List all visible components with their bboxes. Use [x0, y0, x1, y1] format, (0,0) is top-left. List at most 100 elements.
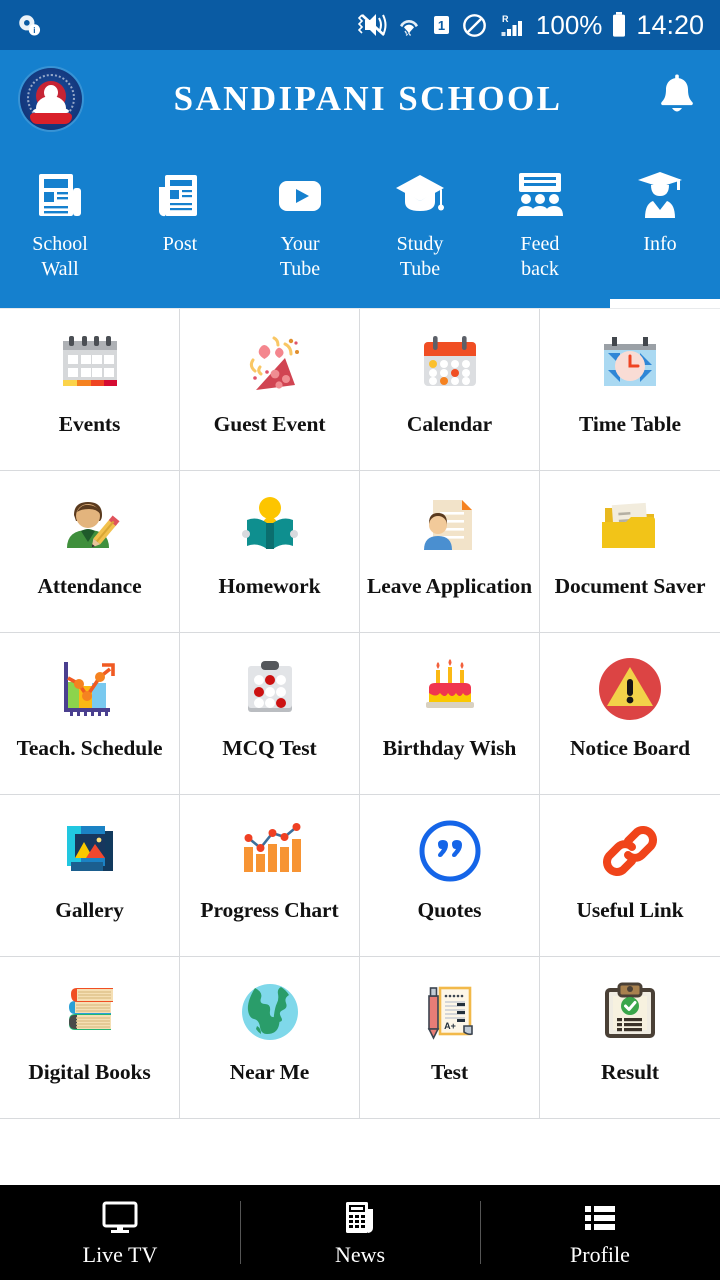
sim-1-icon: 1: [430, 12, 452, 38]
grid-item-mcq-test[interactable]: MCQ Test: [180, 633, 360, 795]
person-document-icon: [413, 485, 487, 569]
grid-item-label: Useful Link: [576, 898, 684, 922]
grid-item-quotes[interactable]: Quotes: [360, 795, 540, 957]
notification-bell-button[interactable]: [654, 74, 700, 125]
tab-info[interactable]: Info: [600, 148, 720, 308]
grid-item-guest-event[interactable]: Guest Event: [180, 309, 360, 471]
open-book-reader-icon: [233, 485, 307, 569]
party-popper-icon: [233, 323, 307, 407]
grid-item-label: Birthday Wish: [382, 736, 517, 760]
grid-item-calendar[interactable]: Calendar: [360, 309, 540, 471]
photo-gallery-icon: [53, 809, 127, 893]
bottom-navigation-bar: Live TV News Profile: [0, 1185, 720, 1280]
sandipani-school-logo: [20, 68, 82, 130]
battery-icon: [611, 11, 627, 39]
grid-item-homework[interactable]: Homework: [180, 471, 360, 633]
grid-item-label: Near Me: [229, 1060, 310, 1084]
tab-label: Study Tube: [396, 233, 444, 280]
folder-documents-icon: [593, 485, 667, 569]
app-bar: SANDIPANI SCHOOL: [0, 50, 720, 148]
svg-text:A+: A+: [444, 1021, 456, 1031]
calendar-dates-icon: [413, 323, 487, 407]
grid-item-label: Teach. Schedule: [16, 736, 163, 760]
grid-item-label: Notice Board: [569, 736, 690, 760]
grid-item-birthday-wish[interactable]: Birthday Wish: [360, 633, 540, 795]
grid-item-label: Homework: [218, 574, 321, 598]
birthday-cake-icon: [413, 647, 487, 731]
answer-sheet-icon: [233, 647, 307, 731]
roaming-label: R: [502, 14, 509, 24]
tab-label: Post: [162, 233, 198, 255]
bottom-nav-label: News: [334, 1241, 386, 1267]
grid-item-teach-schedule[interactable]: Teach. Schedule: [0, 633, 180, 795]
grid-item-document-saver[interactable]: Document Saver: [540, 471, 720, 633]
app-screen: i 1 R 100% 14:20 SANDIPANI SCHOOL School…: [0, 0, 720, 1280]
tab-label: Info: [643, 233, 677, 255]
monitor-icon: [100, 1198, 140, 1238]
do-not-disturb-icon: [461, 12, 488, 39]
grid-item-label: Leave Application: [367, 574, 532, 598]
tab-your-tube[interactable]: Your Tube: [240, 148, 360, 308]
bottom-nav-profile[interactable]: Profile: [480, 1185, 720, 1280]
bottom-nav-live-tv[interactable]: Live TV: [0, 1185, 240, 1280]
tab-label: Feed back: [520, 233, 560, 280]
grid-item-label: Calendar: [406, 412, 493, 436]
grid-item-label: MCQ Test: [222, 736, 317, 760]
signal-roaming-icon: R: [497, 12, 527, 39]
battery-percent-label: 100%: [535, 9, 603, 40]
grid-item-label: Events: [58, 412, 121, 436]
feedback-people-icon: [511, 164, 569, 226]
globe-earth-icon: [233, 971, 307, 1055]
wifi-icon: [397, 12, 421, 38]
graduate-person-icon: [631, 164, 689, 226]
warning-alert-icon: [593, 647, 667, 731]
list-icon: [580, 1198, 620, 1238]
quotation-mark-icon: [413, 809, 487, 893]
grid-item-events[interactable]: Events: [0, 309, 180, 471]
svg-text:i: i: [33, 26, 35, 35]
grid-item-digital-books[interactable]: Digital Books: [0, 957, 180, 1119]
grid-item-result[interactable]: Result: [540, 957, 720, 1119]
grid-item-label: Time Table: [579, 412, 681, 436]
top-tab-bar: School Wall Post Your Tube Study Tube Fe…: [0, 148, 720, 308]
mute-vibrate-icon: [357, 12, 388, 38]
status-bar-right: 1 R 100% 14:20: [357, 9, 704, 41]
tab-label: School Wall: [32, 233, 88, 280]
grid-item-useful-link[interactable]: Useful Link: [540, 795, 720, 957]
growth-chart-arrow-icon: [53, 647, 127, 731]
page-title: SANDIPANI SCHOOL: [173, 79, 563, 118]
grid-item-notice-board[interactable]: Notice Board: [540, 633, 720, 795]
person-pencil-icon: [53, 485, 127, 569]
newspaper-icon: [31, 164, 89, 226]
bottom-nav-news[interactable]: News: [240, 1185, 480, 1280]
book-stack-icon: [53, 971, 127, 1055]
calendar-clock-icon: [593, 323, 667, 407]
calendar-events-icon: [53, 323, 127, 407]
grid-item-label: Gallery: [55, 898, 124, 922]
grid-item-label: Document Saver: [554, 574, 706, 598]
tab-feedback[interactable]: Feed back: [480, 148, 600, 308]
tab-post[interactable]: Post: [120, 148, 240, 308]
tab-label: Your Tube: [279, 233, 321, 280]
grid-item-near-me[interactable]: Near Me: [180, 957, 360, 1119]
newspaper-icon: [340, 1198, 380, 1238]
bar-line-chart-icon: [233, 809, 307, 893]
grid-item-test[interactable]: A+ Test: [360, 957, 540, 1119]
tab-study-tube[interactable]: Study Tube: [360, 148, 480, 308]
app-notification-icon: i: [16, 12, 42, 38]
grid-item-gallery[interactable]: Gallery: [0, 795, 180, 957]
grid-item-time-table[interactable]: Time Table: [540, 309, 720, 471]
tab-school-wall[interactable]: School Wall: [0, 148, 120, 308]
pencil-exam-paper-icon: A+: [413, 971, 487, 1055]
sim-number-label: 1: [438, 18, 445, 33]
grid-item-label: Result: [601, 1060, 659, 1084]
grid-item-attendance[interactable]: Attendance: [0, 471, 180, 633]
status-bar-left: i: [16, 12, 42, 38]
grid-item-label: Quotes: [417, 898, 482, 922]
bell-icon: [656, 74, 698, 125]
grid-item-label: Digital Books: [28, 1060, 151, 1084]
status-bar: i 1 R 100% 14:20: [0, 0, 720, 50]
grid-item-progress-chart[interactable]: Progress Chart: [180, 795, 360, 957]
grid-item-leave-application[interactable]: Leave Application: [360, 471, 540, 633]
feature-grid-container: Events Guest Event Calendar Time Table A…: [0, 308, 720, 1185]
